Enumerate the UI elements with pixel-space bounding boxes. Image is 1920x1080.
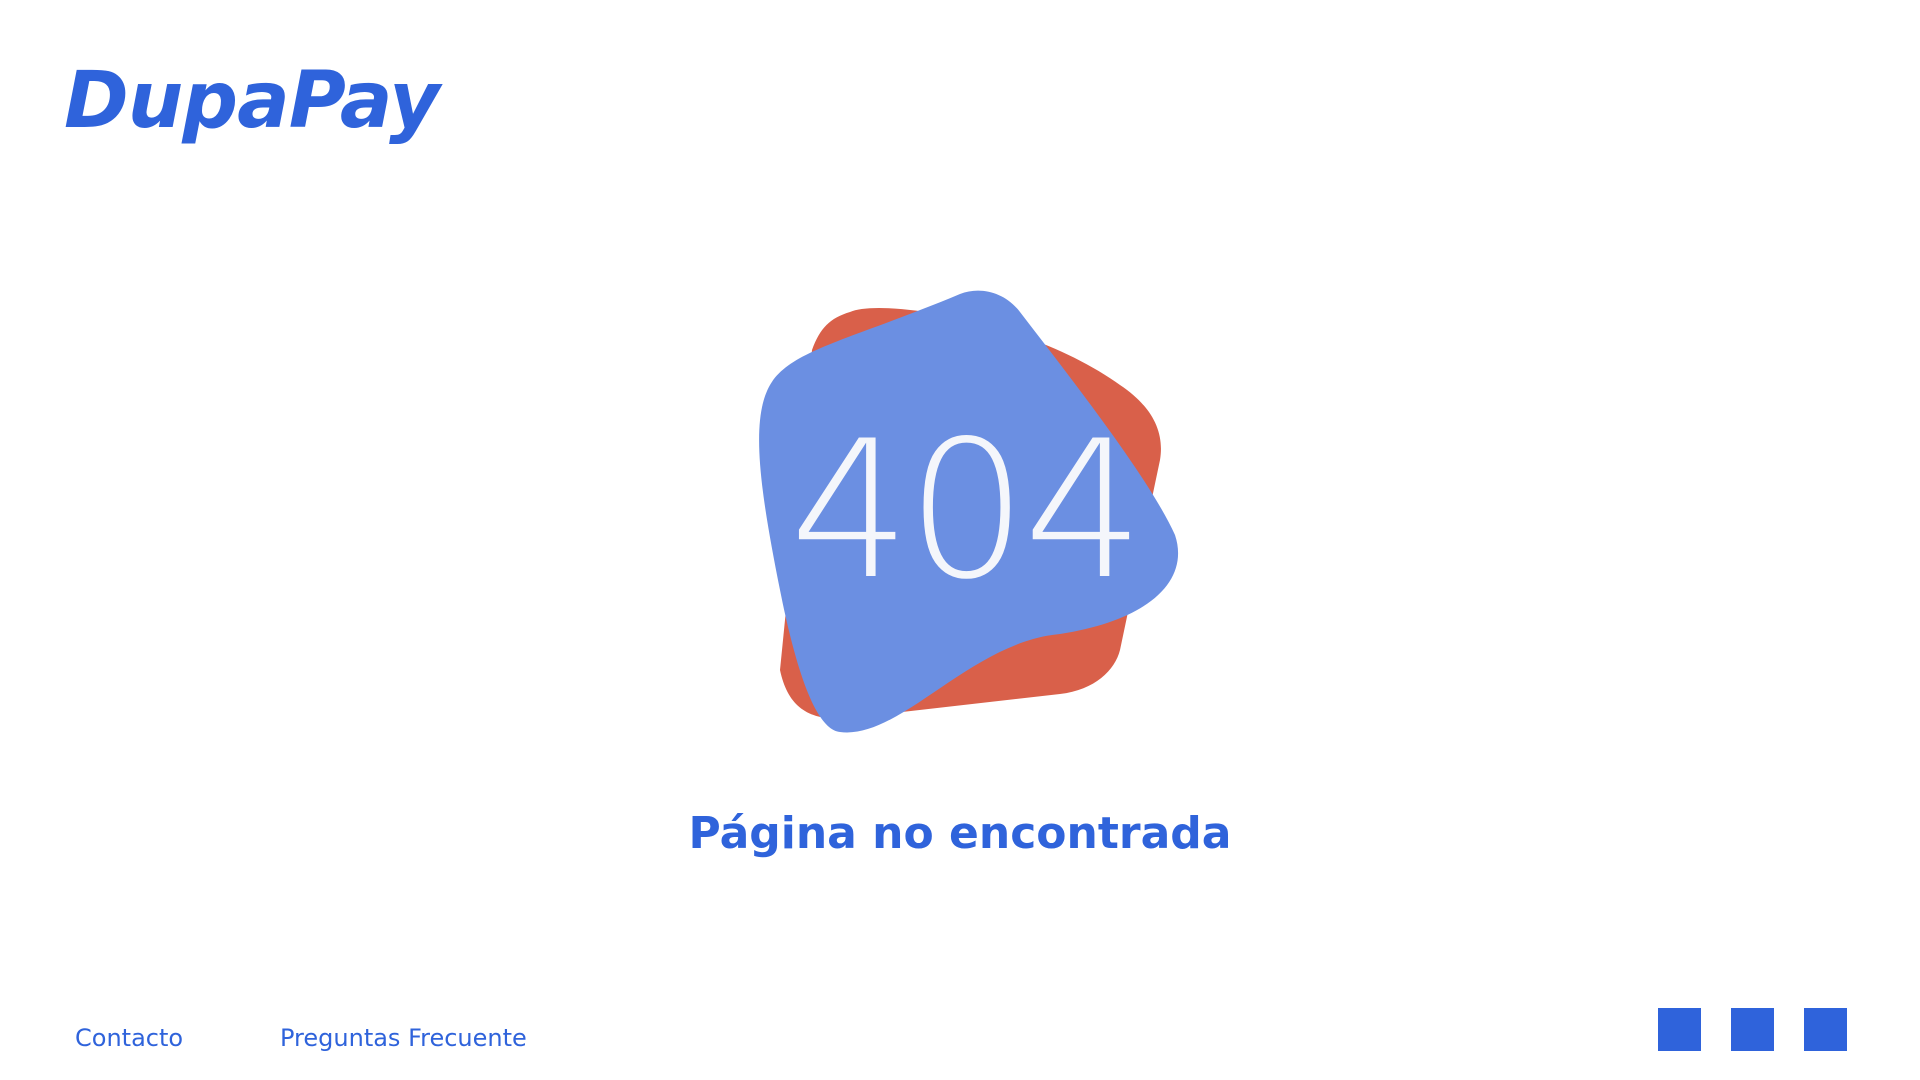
error-code: 404 xyxy=(789,400,1145,621)
error-message: Página no encontrada xyxy=(688,808,1232,859)
error-illustration: 404 xyxy=(730,290,1200,750)
brand-logo[interactable]: DupaPay xyxy=(64,62,440,140)
footer-link-contacto[interactable]: Contacto xyxy=(75,1026,183,1050)
social-icon-1[interactable] xyxy=(1658,1008,1701,1051)
social-icon-2[interactable] xyxy=(1731,1008,1774,1051)
social-icon-3[interactable] xyxy=(1804,1008,1847,1051)
footer-link-preguntas-frecuentes[interactable]: Preguntas Frecuente xyxy=(280,1026,527,1050)
